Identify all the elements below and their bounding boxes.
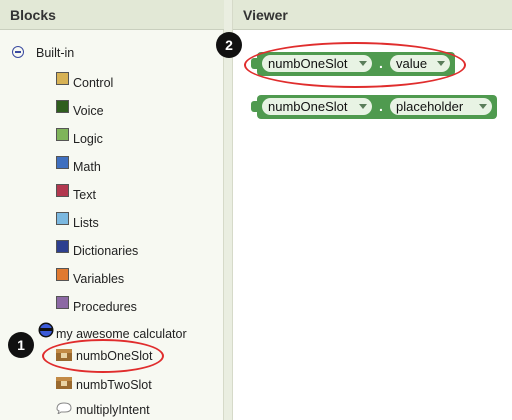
textbox-component-icon (56, 377, 72, 389)
app-screen-icon (38, 322, 54, 338)
math-color-swatch (56, 156, 69, 169)
property-dropdown[interactable]: placeholder (390, 98, 492, 115)
dictionaries-color-swatch (56, 240, 69, 253)
component-dropdown-label: numbOneSlot (268, 99, 348, 114)
variables-color-swatch (56, 268, 69, 281)
builtin-label[interactable]: Built-in (36, 46, 74, 60)
highlight-ellipse-viewer-block (244, 42, 466, 88)
highlight-ellipse-numbOneSlot (42, 339, 164, 373)
property-dropdown-label: placeholder (396, 99, 464, 114)
builtin-item-procedures[interactable]: Procedures (73, 300, 137, 314)
builtin-item-lists[interactable]: Lists (73, 216, 99, 230)
viewer-panel-title: Viewer (233, 0, 512, 30)
step-badge-2: 2 (216, 32, 242, 58)
dropdown-arrow-icon (359, 104, 367, 109)
property-getter-block-placeholder[interactable]: numbOneSlot . placeholder (257, 95, 497, 119)
builtin-item-dictionaries[interactable]: Dictionaries (73, 244, 138, 258)
text-color-swatch (56, 184, 69, 197)
component-numbTwoSlot[interactable]: numbTwoSlot (76, 378, 152, 392)
voice-color-swatch (56, 100, 69, 113)
builtin-item-math[interactable]: Math (73, 160, 101, 174)
component-dropdown[interactable]: numbOneSlot (262, 98, 372, 115)
dropdown-arrow-icon (479, 104, 487, 109)
collapse-builtin-icon[interactable] (12, 46, 24, 58)
procedures-color-swatch (56, 296, 69, 309)
builtin-item-control[interactable]: Control (73, 76, 113, 90)
logic-color-swatch (56, 128, 69, 141)
control-color-swatch (56, 72, 69, 85)
builtin-item-logic[interactable]: Logic (73, 132, 103, 146)
lists-color-swatch (56, 212, 69, 225)
builtin-item-variables[interactable]: Variables (73, 272, 124, 286)
panel-divider[interactable] (224, 0, 232, 420)
intent-component-icon (56, 402, 72, 414)
builtin-item-voice[interactable]: Voice (73, 104, 104, 118)
builtin-item-text[interactable]: Text (73, 188, 96, 202)
blocks-panel-title: Blocks (0, 0, 224, 30)
step-badge-1: 1 (8, 332, 34, 358)
component-multiplyIntent[interactable]: multiplyIntent (76, 403, 150, 417)
property-separator-dot: . (379, 98, 383, 114)
